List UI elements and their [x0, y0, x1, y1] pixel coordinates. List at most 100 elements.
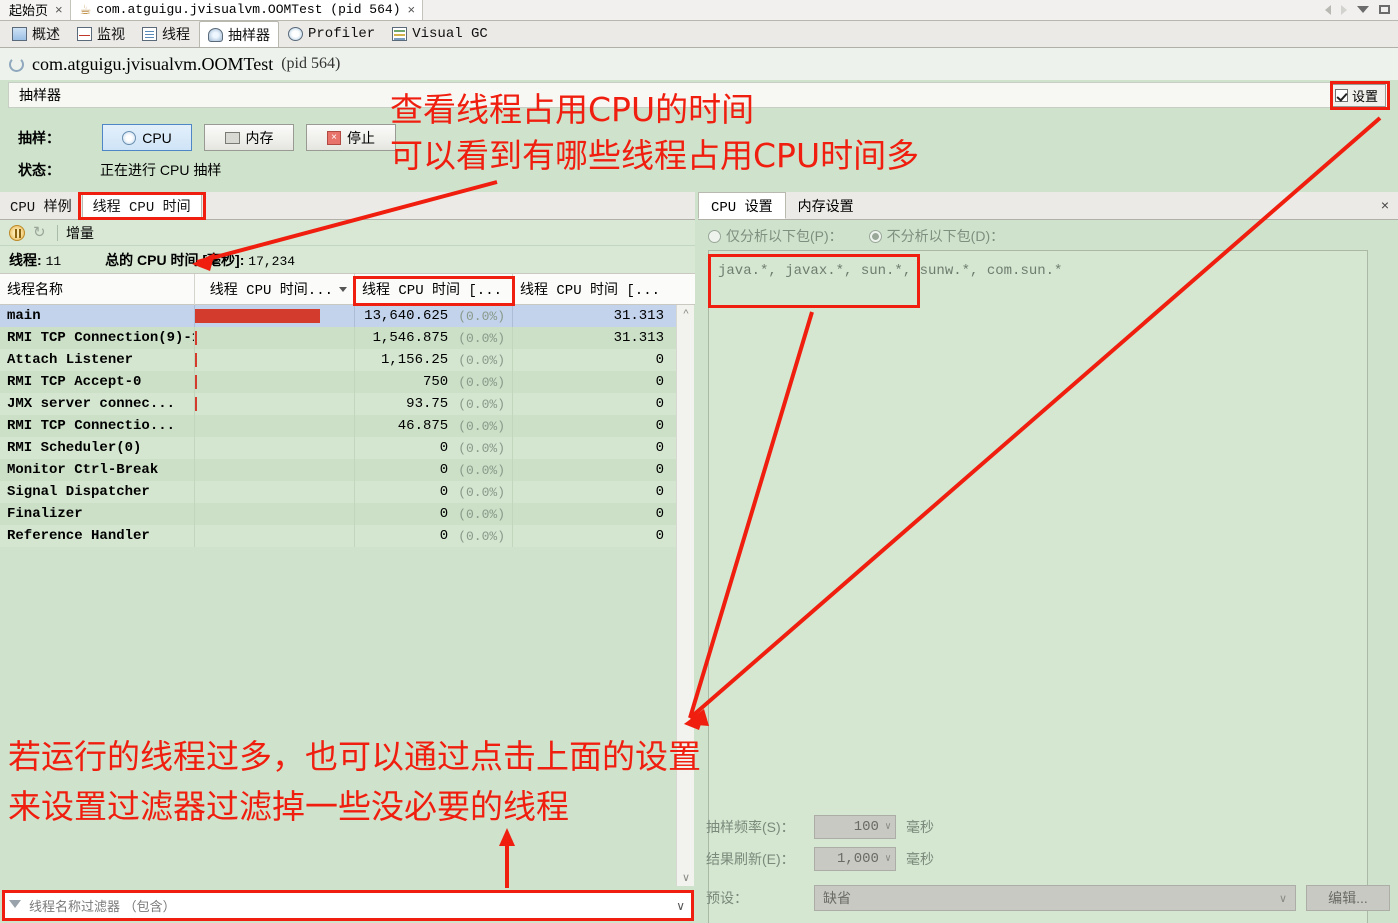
preset-value: 缺省 — [823, 890, 851, 906]
memory-icon — [224, 131, 240, 144]
dropdown-icon[interactable] — [1357, 6, 1369, 13]
sampling-frequency-stepper[interactable]: 100 ∨ — [814, 815, 896, 839]
close-settings-icon[interactable]: × — [1381, 197, 1389, 213]
refresh-rate-stepper[interactable]: 1,000 ∨ — [814, 847, 896, 871]
radio-icon-selected[interactable] — [868, 229, 882, 243]
table-row[interactable]: RMI TCP Accept-0 750 (0.0%) 0 — [0, 371, 676, 393]
table-row[interactable]: RMI Scheduler(0) 0 (0.0%) 0 — [0, 437, 676, 459]
cpu-time-percent: (0.0%) — [458, 484, 505, 500]
cell-cpu-time-value: 13,640.625 (0.0%) — [355, 305, 513, 327]
cpu-time-number: 0 — [439, 528, 449, 544]
settings-panel: CPU 设置 内存设置 × 仅分析以下包(P)： 不分析以下包(D)： java… — [698, 192, 1398, 923]
cpu-bar-fill — [195, 353, 197, 367]
cpu-time-number: 0 — [439, 462, 449, 478]
maximize-icon[interactable] — [1379, 5, 1390, 14]
refresh-icon[interactable]: ↻ — [33, 225, 49, 241]
cpu-time-number: 93.75 — [406, 396, 449, 412]
cell-cpu-time-value: 93.75 (0.0%) — [355, 393, 513, 415]
close-icon[interactable]: × — [406, 2, 416, 17]
stop-icon: × — [327, 130, 341, 145]
chevron-down-icon[interactable]: ∨ — [676, 899, 685, 913]
cpu-bar-fill — [195, 375, 197, 389]
tab-visual-gc[interactable]: Visual GC — [384, 21, 496, 47]
radio-label: 不分析以下包(D)： — [886, 228, 1005, 244]
tab-profiler[interactable]: Profiler — [280, 21, 383, 47]
tab-label: 监视 — [97, 26, 125, 42]
table-row[interactable]: Reference Handler 0 (0.0%) 0 — [0, 525, 676, 547]
cell-cpu-time-value: 1,546.875 (0.0%) — [355, 327, 513, 349]
sampler-icon — [208, 27, 223, 42]
window-tabstrip: 起始页 × ☕ com.atguigu.jvisualvm.OOMTest (p… — [0, 0, 1398, 21]
chevron-down-icon[interactable]: ∨ — [885, 853, 891, 865]
table-row[interactable]: Monitor Ctrl-Break 0 (0.0%) 0 — [0, 459, 676, 481]
cell-cpu-time-value: 750 (0.0%) — [355, 371, 513, 393]
filter-icon — [9, 899, 23, 912]
memory-sample-button[interactable]: 内存 — [204, 124, 294, 151]
tab-label: CPU 设置 — [711, 199, 773, 216]
cell-cpu-time-bar — [195, 481, 355, 503]
overview-icon — [12, 27, 27, 41]
tab-overview[interactable]: 概述 — [4, 21, 68, 47]
tab-thread-cpu-time[interactable]: 线程 CPU 时间 — [81, 192, 202, 219]
chevron-down-icon[interactable]: ∨ — [885, 821, 891, 833]
pause-icon[interactable] — [9, 224, 25, 241]
tab-threads[interactable]: 线程 — [134, 21, 198, 47]
tab-memory-settings[interactable]: 内存设置 — [786, 192, 866, 219]
radio-do-not-analyze[interactable]: 不分析以下包(D)： — [868, 226, 1005, 246]
cpu-sample-button[interactable]: CPU — [102, 124, 192, 151]
cell-cpu-time-bar — [195, 459, 355, 481]
radio-only-analyze[interactable]: 仅分析以下包(P)： — [708, 226, 843, 246]
tab-label: 内存设置 — [797, 199, 854, 216]
table-row[interactable]: Finalizer 0 (0.0%) 0 — [0, 503, 676, 525]
chevron-down-icon[interactable]: ∨ — [1279, 892, 1287, 905]
profiler-icon — [288, 27, 303, 41]
checkbox-icon[interactable] — [1335, 89, 1348, 102]
tab-cpu-samples[interactable]: CPU 样例 — [0, 192, 82, 219]
filter-input[interactable]: 线程名称过滤器 （包含） — [29, 896, 670, 915]
settings-toggle-button[interactable]: 设置 — [1330, 84, 1386, 107]
threads-value: 11 — [45, 253, 62, 269]
table-row[interactable]: JMX server connec... 93.75 (0.0%) 0 — [0, 393, 676, 415]
cpu-time-number: 1,156.25 — [380, 352, 449, 368]
tab-label: Visual GC — [412, 26, 488, 42]
jvisualvm-window: 起始页 × ☕ com.atguigu.jvisualvm.OOMTest (p… — [0, 0, 1398, 923]
close-icon[interactable]: × — [53, 2, 63, 17]
cpu-bar-fill — [195, 331, 197, 345]
window-tab-oomtest[interactable]: ☕ com.atguigu.jvisualvm.OOMTest (pid 564… — [70, 0, 424, 20]
column-header-cpu-time-3[interactable]: 线程 CPU 时间 [... — [513, 274, 671, 305]
status-label: 状态： — [18, 162, 60, 178]
scroll-right-icon[interactable] — [1341, 4, 1347, 15]
column-header-cpu-time-sorted[interactable]: 线程 CPU 时间... — [195, 273, 355, 305]
window-tab-start[interactable]: 起始页 × — [0, 0, 71, 20]
tab-cpu-settings[interactable]: CPU 设置 — [698, 192, 786, 219]
tab-sampler[interactable]: 抽样器 — [199, 21, 279, 47]
cell-cpu-time-value: 0 (0.0%) — [355, 503, 513, 525]
column-header-thread-name[interactable]: 线程名称 — [0, 273, 195, 305]
radio-icon[interactable] — [708, 229, 721, 243]
cell-cpu-time-bar — [195, 393, 355, 415]
tab-monitor[interactable]: 监视 — [69, 21, 133, 47]
cpu-time-number: 0 — [439, 506, 449, 522]
scroll-down-icon[interactable]: ∨ — [677, 869, 695, 886]
table-row[interactable]: RMI TCP Connection(9)-19 1,546.875 (0.0%) 3… — [0, 327, 676, 349]
column-header-cpu-time-2[interactable]: 线程 CPU 时间 [... — [355, 273, 513, 305]
cpu-time-percent: (0.0%) — [458, 374, 505, 390]
cpu-bar-fill — [195, 397, 197, 411]
table-row[interactable]: RMI TCP Connectio... 46.875 (0.0%) 0 — [0, 415, 676, 437]
edit-preset-button[interactable]: 编辑... — [1306, 885, 1390, 911]
preset-select[interactable]: 缺省 ∨ — [814, 885, 1296, 911]
table-vertical-scrollbar[interactable]: ^ ∨ — [676, 305, 694, 886]
cell-cpu-time-bar — [195, 437, 355, 459]
table-row[interactable]: Attach Listener 1,156.25 (0.0%) 0 — [0, 349, 676, 371]
tab-label: 概述 — [32, 26, 60, 42]
refresh-rate-unit: 毫秒 — [906, 851, 934, 867]
table-row[interactable]: main 13,640.625 (0.0%) 31.313 — [0, 305, 676, 327]
scroll-left-icon[interactable] — [1325, 4, 1331, 15]
app-header: com.atguigu.jvisualvm.OOMTest (pid 564) — [0, 48, 1398, 80]
table-row[interactable]: Signal Dispatcher 0 (0.0%) 0 — [0, 481, 676, 503]
stop-sample-button[interactable]: × 停止 — [306, 124, 396, 151]
window-controls — [1317, 0, 1398, 20]
thread-table-body[interactable]: main 13,640.625 (0.0%) 31.313 RMI TCP Connec… — [0, 305, 676, 886]
thread-name-filter[interactable]: 线程名称过滤器 （包含） ∨ — [2, 891, 692, 920]
scroll-up-icon[interactable]: ^ — [677, 305, 695, 322]
